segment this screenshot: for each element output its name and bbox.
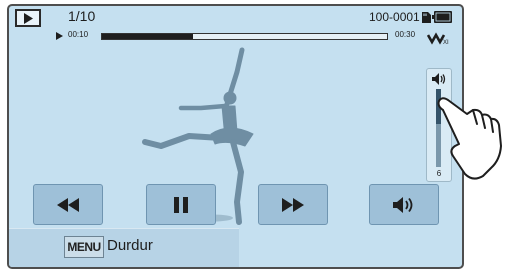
- playback-screen: 1/10 100-0001 00:10 00:30 XI 6 MENU Durd…: [7, 4, 464, 269]
- menu-key[interactable]: MENU: [64, 236, 104, 258]
- playing-icon: [56, 32, 63, 40]
- battery-icon: [432, 11, 452, 23]
- stabilizer-icon: XI: [427, 32, 449, 45]
- memory-card-icon: [422, 12, 431, 23]
- rewind-icon: [57, 197, 79, 212]
- speaker-icon: [432, 73, 446, 85]
- file-number: 100-0001: [369, 10, 420, 24]
- status-bar: 1/10 100-0001: [9, 6, 462, 30]
- progress-row: 00:10 00:30 XI: [9, 29, 462, 45]
- pointing-hand-icon: [437, 97, 502, 180]
- svg-text:XI: XI: [443, 40, 449, 45]
- pause-icon: [174, 196, 188, 213]
- stop-label: Durdur: [107, 237, 153, 254]
- progress-bar[interactable]: [101, 33, 388, 40]
- pause-button[interactable]: [146, 184, 216, 225]
- fast-forward-icon: [282, 197, 304, 212]
- fast-forward-button[interactable]: [258, 184, 328, 225]
- playback-mode-icon: [15, 9, 41, 27]
- total-time: 00:30: [395, 30, 416, 39]
- file-counter: 1/10: [68, 8, 96, 24]
- menu-bar: MENU Durdur: [9, 228, 239, 267]
- speaker-icon: [393, 196, 413, 213]
- progress-fill: [102, 34, 194, 39]
- rewind-button[interactable]: [33, 184, 103, 225]
- volume-button[interactable]: [369, 184, 439, 225]
- elapsed-time: 00:10: [68, 30, 89, 39]
